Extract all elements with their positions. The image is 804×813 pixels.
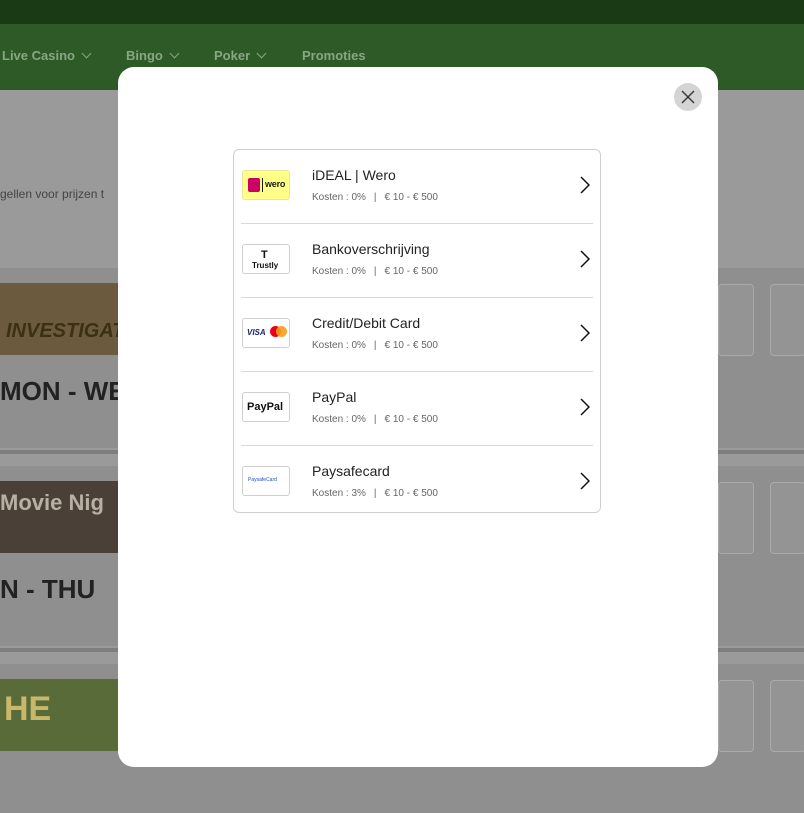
paysafecard-logo: PaysafeCard: [242, 466, 290, 496]
payment-method-details: Kosten : 0% | € 10 - € 500: [312, 266, 438, 277]
promo-slot: [770, 680, 804, 752]
chevron-right-icon: [580, 324, 590, 342]
payment-method-name: Paysafecard: [312, 463, 390, 479]
promo-banner-image: [0, 283, 120, 355]
page-intro-text: gellen voor prijzen t: [0, 187, 105, 201]
promo-slot: [770, 284, 804, 356]
payment-method-paypal[interactable]: PayPal PayPal Kosten : 0% | € 10 - € 500: [241, 372, 593, 446]
chevron-down-icon: [169, 48, 180, 59]
top-bar: [0, 0, 804, 24]
payment-method-details: Kosten : 0% | € 10 - € 500: [312, 414, 438, 425]
nav-item-poker[interactable]: Poker: [214, 48, 267, 63]
chevron-right-icon: [580, 250, 590, 268]
payment-method-list: wero iDEAL | Wero Kosten : 0% | € 10 - € 5…: [233, 149, 601, 513]
payment-method-bank-transfer[interactable]: T Trustly Bankoverschrijving Kosten : 0%…: [241, 224, 593, 298]
promo-slot: [718, 680, 754, 752]
payment-method-details: Kosten : 0% | € 10 - € 500: [312, 192, 438, 203]
close-button[interactable]: [674, 83, 702, 111]
nav-item-bingo[interactable]: Bingo: [126, 48, 180, 63]
payment-method-details: Kosten : 0% | € 10 - € 500: [312, 340, 438, 351]
close-icon: [681, 90, 695, 104]
ideal-wero-logo: wero: [242, 170, 290, 200]
chevron-down-icon: [81, 48, 92, 59]
chevron-right-icon: [580, 398, 590, 416]
payment-method-paysafecard[interactable]: PaysafeCard Paysafecard Kosten : 3% | € 10…: [241, 446, 593, 519]
payment-method-details: Kosten : 3% | € 10 - € 500: [312, 488, 438, 499]
promo-banner-title: Movie Nig: [0, 490, 104, 515]
chevron-down-icon: [256, 48, 267, 59]
promo-banner-title: HE: [4, 690, 52, 728]
promo-banner-title: INVESTIGAT: [6, 320, 125, 342]
nav-item-live-casino[interactable]: Live Casino: [2, 48, 92, 63]
payment-method-name: PayPal: [312, 389, 357, 405]
payment-method-name: Bankoverschrijving: [312, 241, 430, 257]
trustly-logo: T Trustly: [242, 244, 290, 274]
nav-item-promoties[interactable]: Promoties: [302, 48, 366, 63]
chevron-right-icon: [580, 472, 590, 490]
payment-method-modal: wero iDEAL | Wero Kosten : 0% | € 10 - € 5…: [118, 67, 718, 767]
payment-method-ideal[interactable]: wero iDEAL | Wero Kosten : 0% | € 10 - € 5…: [241, 150, 593, 224]
payment-method-name: iDEAL | Wero: [312, 167, 396, 183]
visa-mastercard-logo: VISA: [242, 318, 290, 348]
payment-method-card[interactable]: VISA Credit/Debit Card Kosten : 0% | € 10 …: [241, 298, 593, 372]
promo-slot: [770, 482, 804, 554]
chevron-right-icon: [580, 176, 590, 194]
payment-method-name: Credit/Debit Card: [312, 315, 421, 331]
promo-slot: [718, 284, 754, 356]
paypal-logo: PayPal: [242, 392, 290, 422]
promo-day-label: N - THU: [0, 574, 96, 604]
promo-slot: [718, 482, 754, 554]
